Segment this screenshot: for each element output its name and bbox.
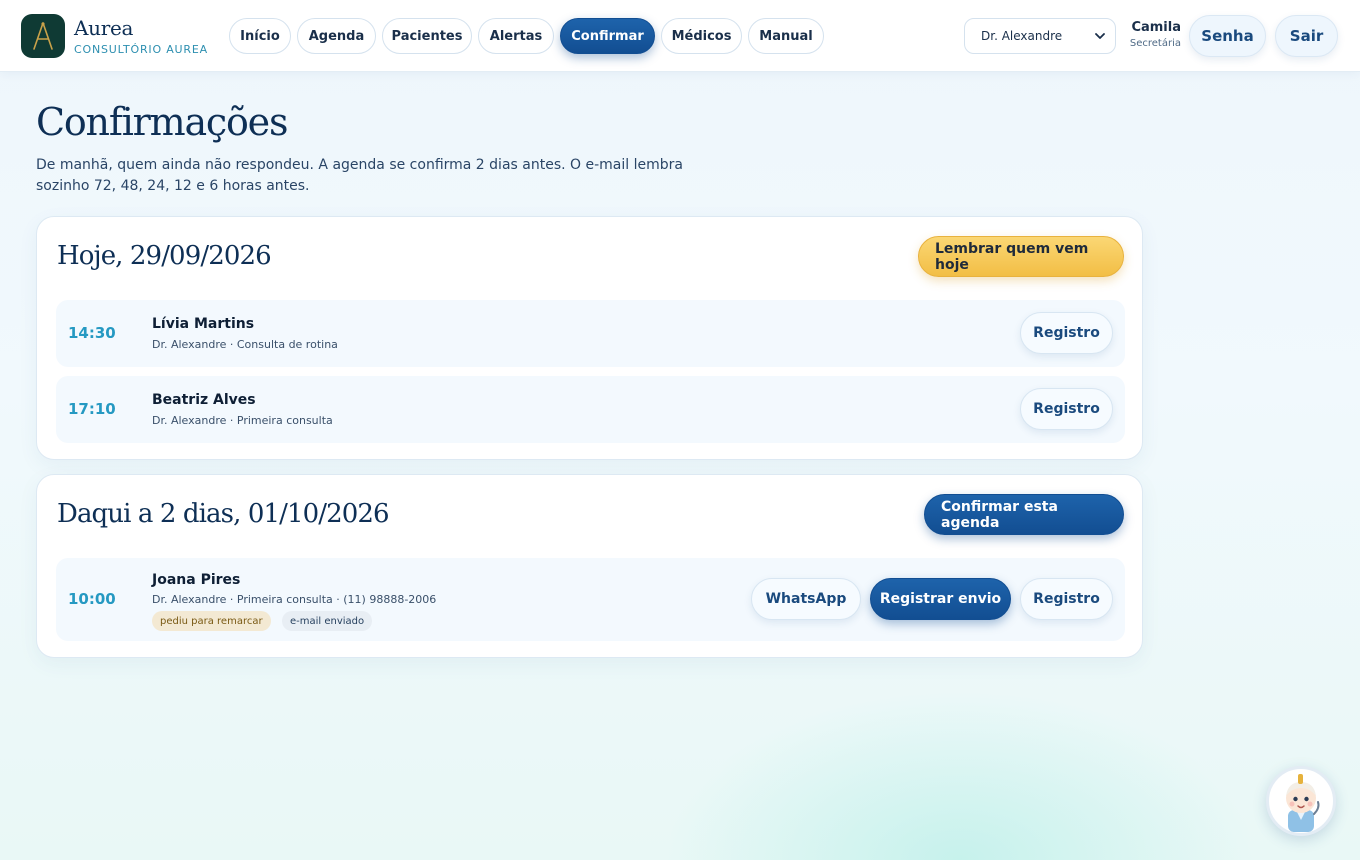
register-send-button[interactable]: Registrar envio xyxy=(870,578,1011,620)
appointment-row: 17:10 Beatriz Alves Dr. Alexandre · Prim… xyxy=(56,376,1125,443)
record-button[interactable]: Registro xyxy=(1020,578,1113,620)
assistant-button[interactable] xyxy=(1266,766,1336,836)
appointment-details: Dr. Alexandre · Primeira consulta xyxy=(152,414,333,427)
nav-alertas[interactable]: Alertas xyxy=(478,18,554,54)
nav-pacientes[interactable]: Pacientes xyxy=(382,18,472,54)
logo[interactable] xyxy=(21,14,65,58)
record-button[interactable]: Registro xyxy=(1020,312,1113,354)
logout-button[interactable]: Sair xyxy=(1275,15,1338,57)
compass-a-icon xyxy=(33,22,53,50)
upcoming-card: Daqui a 2 dias, 01/10/2026 Confirmar est… xyxy=(36,474,1143,658)
today-card: Hoje, 29/09/2026 Lembrar quem vem hoje 1… xyxy=(36,216,1143,460)
nav-confirmar[interactable]: Confirmar xyxy=(560,18,655,54)
main-nav: Início Agenda Pacientes Alertas Confirma… xyxy=(229,18,824,54)
nav-manual[interactable]: Manual xyxy=(748,18,824,54)
appointment-time: 17:10 xyxy=(68,400,116,418)
page-title: Confirmações xyxy=(36,100,288,144)
patient-name[interactable]: Lívia Martins xyxy=(152,316,254,332)
status-badge-reschedule: pediu para remarcar xyxy=(152,611,271,631)
nav-medicos[interactable]: Médicos xyxy=(661,18,742,54)
user-name: Camila xyxy=(1131,20,1181,35)
nav-inicio[interactable]: Início xyxy=(229,18,291,54)
appointment-time: 10:00 xyxy=(68,590,116,608)
top-bar: Aurea CONSULTÓRIO AUREA Início Agenda Pa… xyxy=(0,0,1360,72)
upcoming-card-title: Daqui a 2 dias, 01/10/2026 xyxy=(57,499,390,529)
appointment-row: 10:00 Joana Pires Dr. Alexandre · Primei… xyxy=(56,558,1125,641)
doctor-mascot-icon xyxy=(1286,774,1320,832)
appointment-details: Dr. Alexandre · Consulta de rotina xyxy=(152,338,338,351)
page-subtitle: De manhã, quem ainda não respondeu. A ag… xyxy=(36,157,683,194)
patient-name[interactable]: Joana Pires xyxy=(152,572,240,588)
user-role: Secretária xyxy=(1129,38,1181,49)
whatsapp-button[interactable]: WhatsApp xyxy=(751,578,861,620)
brand-name: Aurea xyxy=(74,16,134,40)
record-button[interactable]: Registro xyxy=(1020,388,1113,430)
remind-today-button[interactable]: Lembrar quem vem hoje xyxy=(918,236,1124,277)
status-badge-email-sent: e-mail enviado xyxy=(282,611,373,631)
appointment-time: 14:30 xyxy=(68,324,116,342)
doctor-select-value: Dr. Alexandre xyxy=(981,29,1063,43)
confirm-schedule-button[interactable]: Confirmar esta agenda xyxy=(924,494,1124,535)
patient-name[interactable]: Beatriz Alves xyxy=(152,392,256,408)
nav-agenda[interactable]: Agenda xyxy=(297,18,376,54)
password-button[interactable]: Senha xyxy=(1189,15,1266,57)
chevron-down-icon xyxy=(1095,33,1105,39)
appointment-details: Dr. Alexandre · Primeira consulta · (11)… xyxy=(152,593,437,606)
today-card-title: Hoje, 29/09/2026 xyxy=(57,241,272,271)
doctor-select[interactable]: Dr. Alexandre xyxy=(964,18,1116,54)
brand-subtitle: CONSULTÓRIO AUREA xyxy=(74,43,208,56)
appointment-row: 14:30 Lívia Martins Dr. Alexandre · Cons… xyxy=(56,300,1125,367)
